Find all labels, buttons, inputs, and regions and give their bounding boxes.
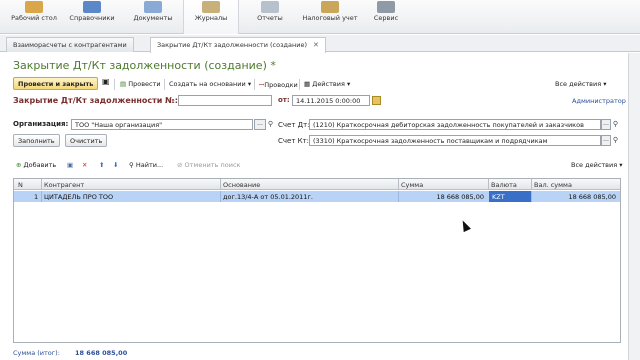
desktop-icon [25,1,43,13]
organization-label: Организация: [13,120,69,128]
chevron-down-icon: ▾ [346,80,351,88]
select-button[interactable]: ... [601,119,611,130]
create-based-on-button[interactable]: Создать на основании ▾ [169,80,251,88]
column-divider [220,179,221,190]
section-catalogs[interactable]: Справочники [64,0,120,34]
reports-icon [261,1,279,13]
cell-currency[interactable]: KZT [492,193,505,201]
move-down-icon[interactable]: ⬇ [113,161,118,169]
column-header-counterparty[interactable]: Контрагент [44,181,84,189]
chevron-down-icon: ▾ [619,161,623,169]
documents-icon [144,1,162,13]
tax-icon [321,1,339,13]
search-icon[interactable]: ⚲ [611,135,620,146]
select-button[interactable]: ... [601,135,611,146]
books-icon [83,1,101,13]
doc-number-input[interactable] [178,95,272,106]
calendar-icon[interactable] [372,96,381,105]
search-icon[interactable]: ⚲ [611,119,620,130]
column-header-currency[interactable]: Валюта [491,181,517,189]
service-icon [377,1,395,13]
column-header-basis[interactable]: Основание [223,181,260,189]
column-header-currency-sum[interactable]: Вал. сумма [534,181,572,189]
cell-sum[interactable]: 18 668 085,00 [436,193,484,201]
journals-icon [202,1,220,13]
table-row[interactable]: 1 ЦИТАДЕЛЬ ПРО ТОО дог.13/4-А от 05.01.2… [14,191,620,202]
toolbar-separator [114,79,115,90]
cell-currency-sum[interactable]: 18 668 085,00 [568,193,616,201]
date-label: от: [278,96,290,104]
cell-counterparty[interactable]: ЦИТАДЕЛЬ ПРО ТОО [44,193,113,201]
select-button[interactable]: ... [254,119,266,130]
credit-account-input[interactable]: (3310) Краткосрочная задолженность поста… [309,135,601,146]
column-divider [398,191,399,202]
column-divider [531,179,532,190]
chevron-down-icon: ▾ [247,80,252,88]
section-tax[interactable]: Налоговый учет [302,0,358,34]
post-icon: ▤ [120,80,127,88]
toolbar-separator [254,79,255,90]
column-divider [398,179,399,190]
clear-button[interactable]: Очистить [65,134,108,147]
actions-menu[interactable]: ▦ Действия ▾ [304,80,350,88]
grid-all-actions-menu[interactable]: Все действия ▾ [571,161,623,169]
page-title: Закрытие Дт/Кт задолженности (создание) … [13,59,276,72]
column-header-sum[interactable]: Сумма [401,181,423,189]
chevron-down-icon: ▾ [603,80,607,88]
debit-account-label: Счет Дт: [278,121,310,129]
column-divider [531,191,532,202]
delete-icon[interactable]: ✕ [82,161,87,169]
total-label: Сумма (итог): [13,349,60,357]
section-documents[interactable]: Документы [125,0,181,34]
close-icon[interactable]: ✕ [313,41,319,49]
actions-icon: ▦ [304,80,311,88]
section-journals[interactable]: Журналы [183,0,239,34]
all-actions-menu[interactable]: Все действия ▾ [555,80,607,88]
fill-button[interactable]: Заполнить [13,134,60,147]
move-up-icon[interactable]: ⬆ [99,161,104,169]
tab-settlements[interactable]: Взаиморасчеты с контрагентами [6,37,134,52]
column-divider [41,179,42,190]
debts-table[interactable]: N Контрагент Основание Сумма Валюта Вал.… [13,178,621,343]
table-header: N Контрагент Основание Сумма Валюта Вал.… [14,179,620,190]
add-icon: ⊕ [16,161,22,169]
open-windows-tabs: Взаиморасчеты с контрагентами Закрытие Д… [0,35,640,53]
app-window: Рабочий стол Справочники Документы Журна… [0,0,640,360]
date-input[interactable]: 14.11.2015 0:00:00 [292,95,370,106]
toolbar-separator [299,79,300,90]
add-row-button[interactable]: ⊕ Добавить [16,161,56,169]
section-reports[interactable]: Отчеты [242,0,298,34]
cell-basis[interactable]: дог.13/4-А от 05.01.2011г. [223,193,313,201]
column-divider [41,191,42,202]
cancel-search-button[interactable]: ⊘ Отменить поиск [177,161,240,169]
cancel-search-icon: ⊘ [177,161,183,169]
section-service[interactable]: Сервис [358,0,414,34]
cell-n[interactable]: 1 [34,193,38,201]
sections-panel: Рабочий стол Справочники Документы Журна… [0,0,640,34]
doc-number-label: Закрытие Дт/Кт задолженности №: [13,96,178,105]
post-and-close-button[interactable]: Провести и закрыть [13,77,99,90]
save-icon[interactable]: ▣ [102,77,110,86]
credit-account-label: Счет Кт: [278,137,310,145]
column-header-n[interactable]: N [18,181,23,189]
find-button[interactable]: ⚲ Найти... [129,161,163,169]
window-scrollbar[interactable] [628,53,640,360]
copy-icon[interactable]: ▣ [67,161,73,169]
entries-button[interactable]: ꟷПроводки [259,80,298,89]
debit-account-input[interactable]: (1210) Краткосрочная дебиторская задолже… [309,119,601,130]
column-divider [488,179,489,190]
section-desktop[interactable]: Рабочий стол [6,0,62,34]
total-value: 18 668 085,00 [75,349,128,357]
toolbar-separator [164,79,165,90]
post-button[interactable]: ▤ Провести [120,80,161,88]
tab-debt-closing[interactable]: Закрытие Дт/Кт задолженности (создание) ✕ [150,37,326,53]
organization-input[interactable]: ТОО "Наша организация" [71,119,253,130]
user-link[interactable]: Администратор [572,97,626,105]
search-icon[interactable]: ⚲ [266,119,275,130]
binoculars-icon: ⚲ [129,161,134,169]
column-divider [220,191,221,202]
